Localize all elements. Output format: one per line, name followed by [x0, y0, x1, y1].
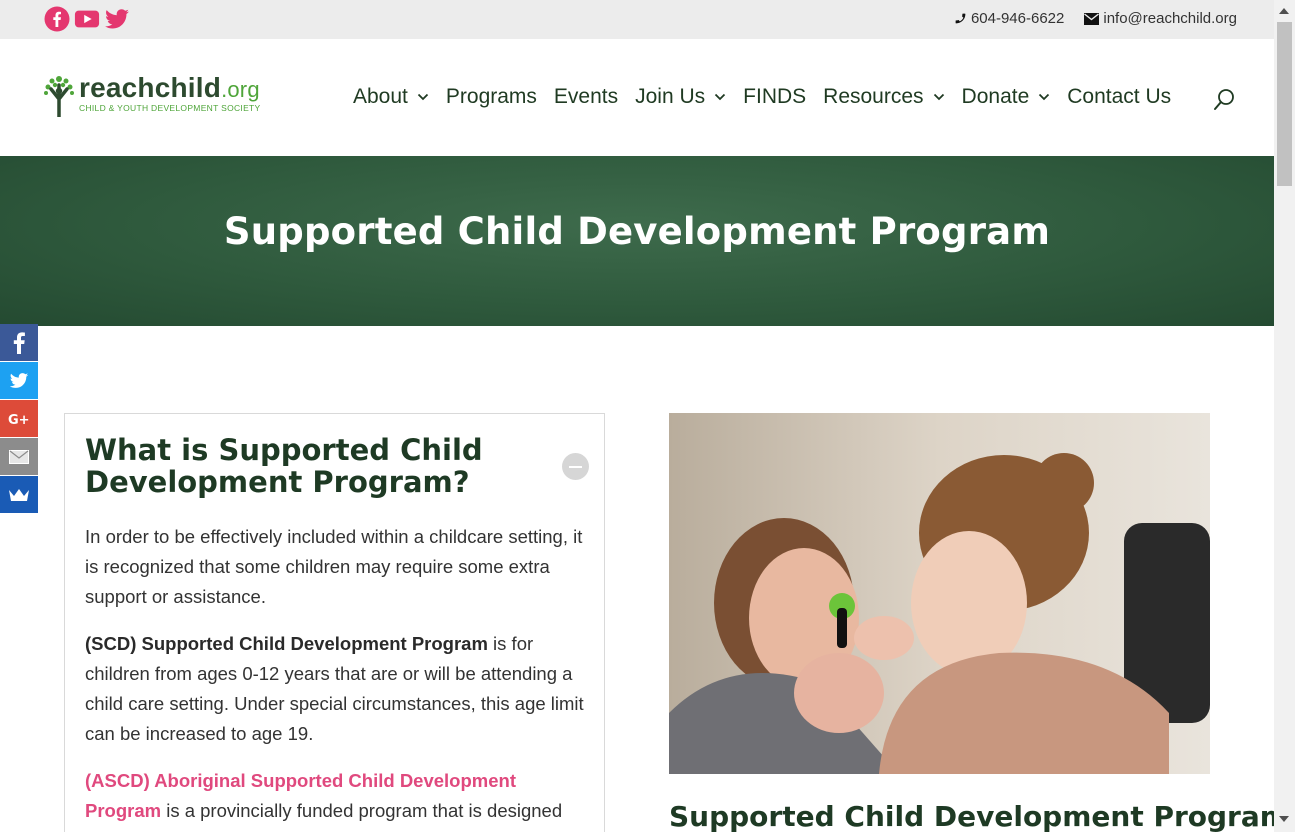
nav-item-resources[interactable]: Resources: [823, 85, 944, 109]
collapse-toggle-icon[interactable]: [562, 453, 589, 480]
main-nav: About Programs Events Join Us FINDS Reso…: [353, 85, 1188, 109]
page-title: Supported Child Development Program: [223, 210, 1051, 253]
tree-logo-icon: [44, 76, 74, 117]
nav-item-join-us[interactable]: Join Us: [635, 85, 726, 109]
twitter-icon[interactable]: [104, 6, 130, 32]
svg-text:G+: G+: [8, 413, 30, 426]
section-title: Supported Child Development Program: [669, 800, 1289, 832]
social-links: [44, 6, 130, 32]
accordion-content: In order to be effectively included with…: [85, 522, 585, 832]
nav-item-finds[interactable]: FINDS: [743, 85, 806, 109]
logo-wordmark: reachchild.org: [79, 72, 260, 103]
phone-icon: [955, 13, 966, 24]
scroll-up-icon[interactable]: [1279, 8, 1289, 14]
chevron-down-icon: [417, 93, 429, 101]
paragraph-ascd: (ASCD) Aboriginal Supported Child Develo…: [85, 770, 563, 832]
scroll-down-icon[interactable]: [1279, 816, 1289, 822]
site-header: reachchild.org CHILD & YOUTH DEVELOPMENT…: [0, 39, 1274, 156]
chevron-down-icon: [933, 93, 945, 101]
accordion-panel: What is Supported Child Development Prog…: [64, 413, 605, 832]
chevron-down-icon: [1038, 93, 1050, 101]
nav-item-events[interactable]: Events: [554, 85, 618, 109]
crown-icon: [9, 488, 29, 501]
twitter-share-button[interactable]: [0, 362, 38, 399]
site-logo[interactable]: reachchild.org CHILD & YOUTH DEVELOPMENT…: [43, 73, 261, 117]
envelope-icon: [9, 449, 29, 464]
google-plus-share-button[interactable]: G+: [0, 400, 38, 437]
page-hero: Supported Child Development Program: [0, 156, 1274, 326]
contact-info: 604-946-6622 info@reachchild.org: [954, 10, 1237, 27]
sumome-share-button[interactable]: [0, 476, 38, 513]
top-bar: 604-946-6622 info@reachchild.org: [0, 0, 1274, 39]
nav-item-donate[interactable]: Donate: [962, 85, 1051, 109]
phone-number: 604-946-6622: [970, 10, 1065, 27]
facebook-icon[interactable]: [44, 6, 70, 32]
page-scrollbar[interactable]: [1274, 0, 1295, 832]
email-link[interactable]: info@reachchild.org: [1084, 10, 1237, 27]
nav-item-programs[interactable]: Programs: [446, 85, 537, 109]
google-plus-icon: G+: [8, 413, 30, 426]
logo-tagline: CHILD & YOUTH DEVELOPMENT SOCIETY: [79, 103, 261, 113]
envelope-icon: [1084, 12, 1100, 25]
email-share-button[interactable]: [0, 438, 38, 475]
scrollbar-thumb[interactable]: [1277, 22, 1292, 186]
phone-link[interactable]: 604-946-6622: [954, 10, 1064, 27]
search-icon[interactable]: [1213, 88, 1237, 112]
facebook-share-button[interactable]: [0, 324, 38, 361]
nav-item-about[interactable]: About: [353, 85, 429, 109]
email-address: info@reachchild.org: [1103, 10, 1237, 27]
share-sidebar: G+: [0, 324, 38, 514]
twitter-icon: [9, 372, 29, 388]
nav-item-contact-us[interactable]: Contact Us: [1067, 85, 1171, 109]
paragraph-intro: In order to be effectively included with…: [85, 526, 583, 607]
program-photo: [669, 413, 1210, 774]
accordion-title[interactable]: What is Supported Child Development Prog…: [85, 434, 525, 498]
paragraph-scd: (SCD) Supported Child Development Progra…: [85, 633, 584, 744]
facebook-icon: [13, 331, 25, 354]
chevron-down-icon: [714, 93, 726, 101]
youtube-icon[interactable]: [74, 6, 100, 32]
